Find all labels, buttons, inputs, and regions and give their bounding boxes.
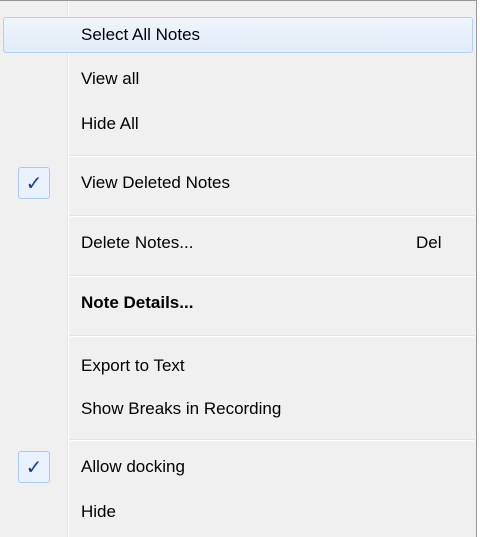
- checked-indicator: ✓: [18, 451, 50, 483]
- menu-item-label: Allow docking: [81, 457, 185, 476]
- menu-item-note-details[interactable]: Note Details...: [3, 285, 473, 321]
- menu-separator: [70, 275, 474, 277]
- checkmark-icon: ✓: [25, 171, 43, 195]
- menu-item-label: View all: [81, 69, 140, 88]
- menu-separator: [70, 215, 474, 217]
- menu-separator: [70, 439, 474, 441]
- menu-item-label: Note Details...: [81, 293, 194, 312]
- checked-indicator: ✓: [18, 167, 50, 199]
- menu-item-hide-all[interactable]: Hide All: [3, 106, 473, 142]
- checkmark-icon: ✓: [25, 455, 43, 479]
- menu-separator: [70, 155, 474, 157]
- menu-item-hide[interactable]: Hide: [3, 494, 473, 530]
- menu-item-view-all[interactable]: View all: [3, 61, 473, 97]
- menu-item-label: Show Breaks in Recording: [81, 399, 282, 418]
- menu-item-label: View Deleted Notes: [81, 173, 230, 192]
- menu-item-select-all-notes[interactable]: Select All Notes: [3, 17, 473, 53]
- menu-item-delete-notes[interactable]: Delete Notes... Del: [3, 225, 473, 261]
- menu-separator: [70, 335, 474, 337]
- menu-item-view-deleted-notes[interactable]: ✓ View Deleted Notes: [3, 165, 473, 201]
- menu-item-label: Hide All: [81, 114, 139, 133]
- menu-item-label: Delete Notes...: [81, 233, 194, 252]
- menu-item-export-to-text[interactable]: Export to Text: [3, 348, 473, 384]
- menu-item-label: Hide: [81, 502, 116, 521]
- context-menu: Select All Notes View all Hide All ✓ Vie…: [0, 0, 477, 537]
- menu-item-shortcut: Del: [416, 233, 442, 252]
- menu-border: [0, 0, 477, 1]
- menu-item-label: Select All Notes: [81, 25, 201, 44]
- menu-item-show-breaks-in-recording[interactable]: Show Breaks in Recording: [3, 391, 473, 427]
- menu-item-label: Export to Text: [81, 356, 185, 375]
- menu-item-allow-docking[interactable]: ✓ Allow docking: [3, 449, 473, 485]
